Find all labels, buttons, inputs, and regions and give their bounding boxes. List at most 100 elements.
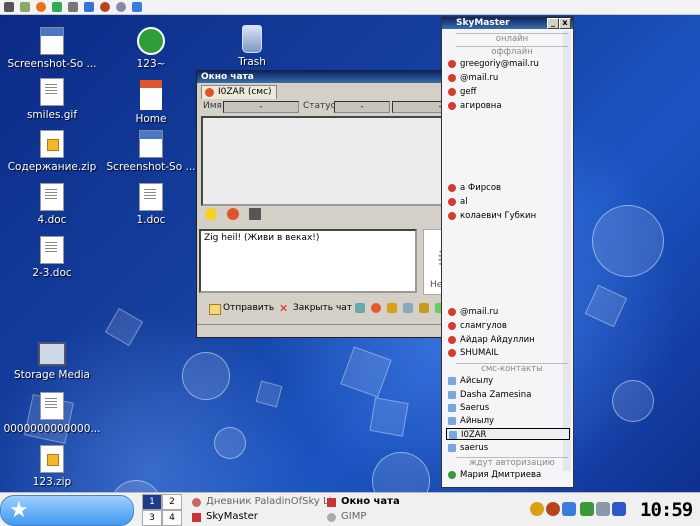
- tool-icon[interactable]: [355, 303, 365, 313]
- tray-icon[interactable]: [530, 502, 544, 516]
- task-skymaster[interactable]: SkyMaster: [192, 511, 306, 522]
- launcher-icon[interactable]: [132, 2, 142, 12]
- contact-label: а Фирсов: [460, 183, 502, 193]
- desktop-icon[interactable]: 0000000000000...: [2, 392, 102, 435]
- desktop-icon[interactable]: Home: [101, 80, 201, 125]
- tool-icon[interactable]: [371, 303, 381, 313]
- desktop-icon[interactable]: Screenshot-So ...: [2, 27, 102, 70]
- desktop-icon[interactable]: 123~: [101, 27, 201, 70]
- contact-label: Dasha Zamesina: [460, 390, 532, 400]
- desktop-icon[interactable]: 2-3.doc: [2, 236, 102, 279]
- workspace-4[interactable]: 4: [162, 510, 182, 526]
- contact-item[interactable]: @mail.ru: [446, 306, 570, 318]
- network-icon[interactable]: [580, 502, 594, 516]
- contact-item[interactable]: Айсылу: [446, 375, 570, 387]
- contact-item[interactable]: агировна: [446, 100, 570, 112]
- desktop-icon-label: 2-3.doc: [32, 267, 72, 279]
- download-icon[interactable]: [562, 502, 576, 516]
- contact-item[interactable]: Dasha Zamesina: [446, 389, 570, 401]
- desktop-icon[interactable]: 1.doc: [101, 183, 201, 226]
- tray-icon[interactable]: [546, 502, 560, 516]
- contact-item[interactable]: SHUMAIL: [446, 347, 570, 359]
- group-offline[interactable]: оффлайн: [456, 46, 568, 57]
- desktop-icon[interactable]: Содержание.zip: [2, 130, 102, 173]
- contact-item[interactable]: al: [446, 196, 570, 208]
- desktop-icon[interactable]: Storage Media: [2, 342, 102, 381]
- contact-item[interactable]: Мария Дмитриева: [446, 469, 570, 481]
- contact-item[interactable]: geff: [446, 86, 570, 98]
- task-chat-window[interactable]: Окно чата: [327, 496, 441, 507]
- contact-item[interactable]: Айнылу: [446, 415, 570, 427]
- document-icon: [139, 183, 163, 211]
- contact-status-icon: [448, 102, 456, 110]
- launcher-icon[interactable]: [116, 2, 126, 12]
- minimize-button[interactable]: _: [547, 18, 559, 29]
- save-icon[interactable]: [249, 208, 261, 220]
- desktop-icon[interactable]: Trash: [202, 25, 302, 68]
- chat-icon: [327, 498, 336, 507]
- desktop-icon-label: 0000000000000...: [3, 423, 101, 435]
- workspace-2[interactable]: 2: [162, 494, 182, 510]
- wallpaper-bubble: [182, 352, 230, 400]
- desktop-icon-label: Screenshot-So ...: [106, 161, 196, 173]
- firefox-icon[interactable]: [36, 2, 46, 12]
- desktop-icon[interactable]: Screenshot-So ...: [101, 130, 201, 173]
- contact-label: @mail.ru: [460, 307, 499, 317]
- desktop-icon-label: 1.doc: [136, 214, 166, 226]
- contact-item[interactable]: Айдар Айдуллин: [446, 334, 570, 346]
- skymaster-titlebar[interactable]: SkyMaster _ x: [442, 17, 573, 29]
- terminal-icon[interactable]: [68, 2, 78, 12]
- desktop-icon-label: Содержание.zip: [7, 161, 97, 173]
- document-icon: [40, 183, 64, 211]
- star-icon: ★: [9, 498, 29, 523]
- message-input[interactable]: Zig heil! (Живи в веках!): [199, 229, 417, 293]
- launcher-icon[interactable]: [84, 2, 94, 12]
- contact-item[interactable]: @mail.ru: [446, 72, 570, 84]
- chat-tab[interactable]: I0ZAR (смс): [201, 85, 277, 99]
- smiley-icon[interactable]: [205, 208, 217, 220]
- task-diary[interactable]: Дневник PaladinOfSky Live...: [192, 496, 334, 507]
- send-button[interactable]: Отправить: [209, 303, 274, 315]
- launcher-icon[interactable]: [100, 2, 110, 12]
- start-button[interactable]: ★: [0, 495, 134, 526]
- tool-icon[interactable]: [403, 303, 413, 313]
- wallpaper-square: [340, 346, 392, 398]
- launcher-icon[interactable]: [20, 2, 30, 12]
- launcher-icon[interactable]: [4, 2, 14, 12]
- document-icon: [40, 392, 64, 420]
- workspace-3[interactable]: 3: [142, 510, 162, 526]
- clock[interactable]: 10:59: [640, 499, 693, 521]
- tool-icon[interactable]: [419, 303, 429, 313]
- zip-icon: [40, 130, 64, 158]
- desktop-icon[interactable]: 123.zip: [2, 445, 102, 488]
- task-gimp[interactable]: GIMP: [327, 511, 421, 522]
- contact-item[interactable]: saerus: [446, 442, 570, 454]
- workspace-1[interactable]: 1: [142, 494, 162, 510]
- close-icon[interactable]: x: [559, 18, 571, 29]
- group-sms[interactable]: смс-контакты: [456, 363, 568, 374]
- sms-contact-icon: [205, 88, 214, 97]
- tray-icon[interactable]: [596, 502, 610, 516]
- group-online[interactable]: онлайн: [456, 33, 568, 44]
- contact-item[interactable]: Saerus: [446, 402, 570, 414]
- contact-item-selected[interactable]: I0ZAR: [446, 428, 570, 440]
- phone-icon: [448, 404, 456, 412]
- contact-status-icon: [448, 308, 456, 316]
- close-chat-button[interactable]: ✕ Закрыть чат: [279, 303, 352, 314]
- contact-status-icon: [448, 349, 456, 357]
- contact-label: Saerus: [460, 403, 490, 413]
- tool-icon[interactable]: [387, 303, 397, 313]
- volume-icon[interactable]: [612, 502, 626, 516]
- contact-item[interactable]: колаевич Губкин: [446, 210, 570, 222]
- contact-item[interactable]: сламгулов: [446, 320, 570, 332]
- zip-icon: [40, 445, 64, 473]
- contact-item[interactable]: а Фирсов: [446, 182, 570, 194]
- desktop-icon[interactable]: smiles.gif: [2, 78, 102, 121]
- desktop-icon[interactable]: 4.doc: [2, 183, 102, 226]
- contact-item[interactable]: greegoriy@mail.ru: [446, 58, 570, 70]
- kiss-icon[interactable]: [227, 208, 239, 220]
- group-awaiting-auth[interactable]: ждут авторизацию: [456, 457, 568, 468]
- contact-label: saerus: [460, 443, 489, 453]
- launcher-icon[interactable]: [52, 2, 62, 12]
- trash-icon: [242, 25, 262, 53]
